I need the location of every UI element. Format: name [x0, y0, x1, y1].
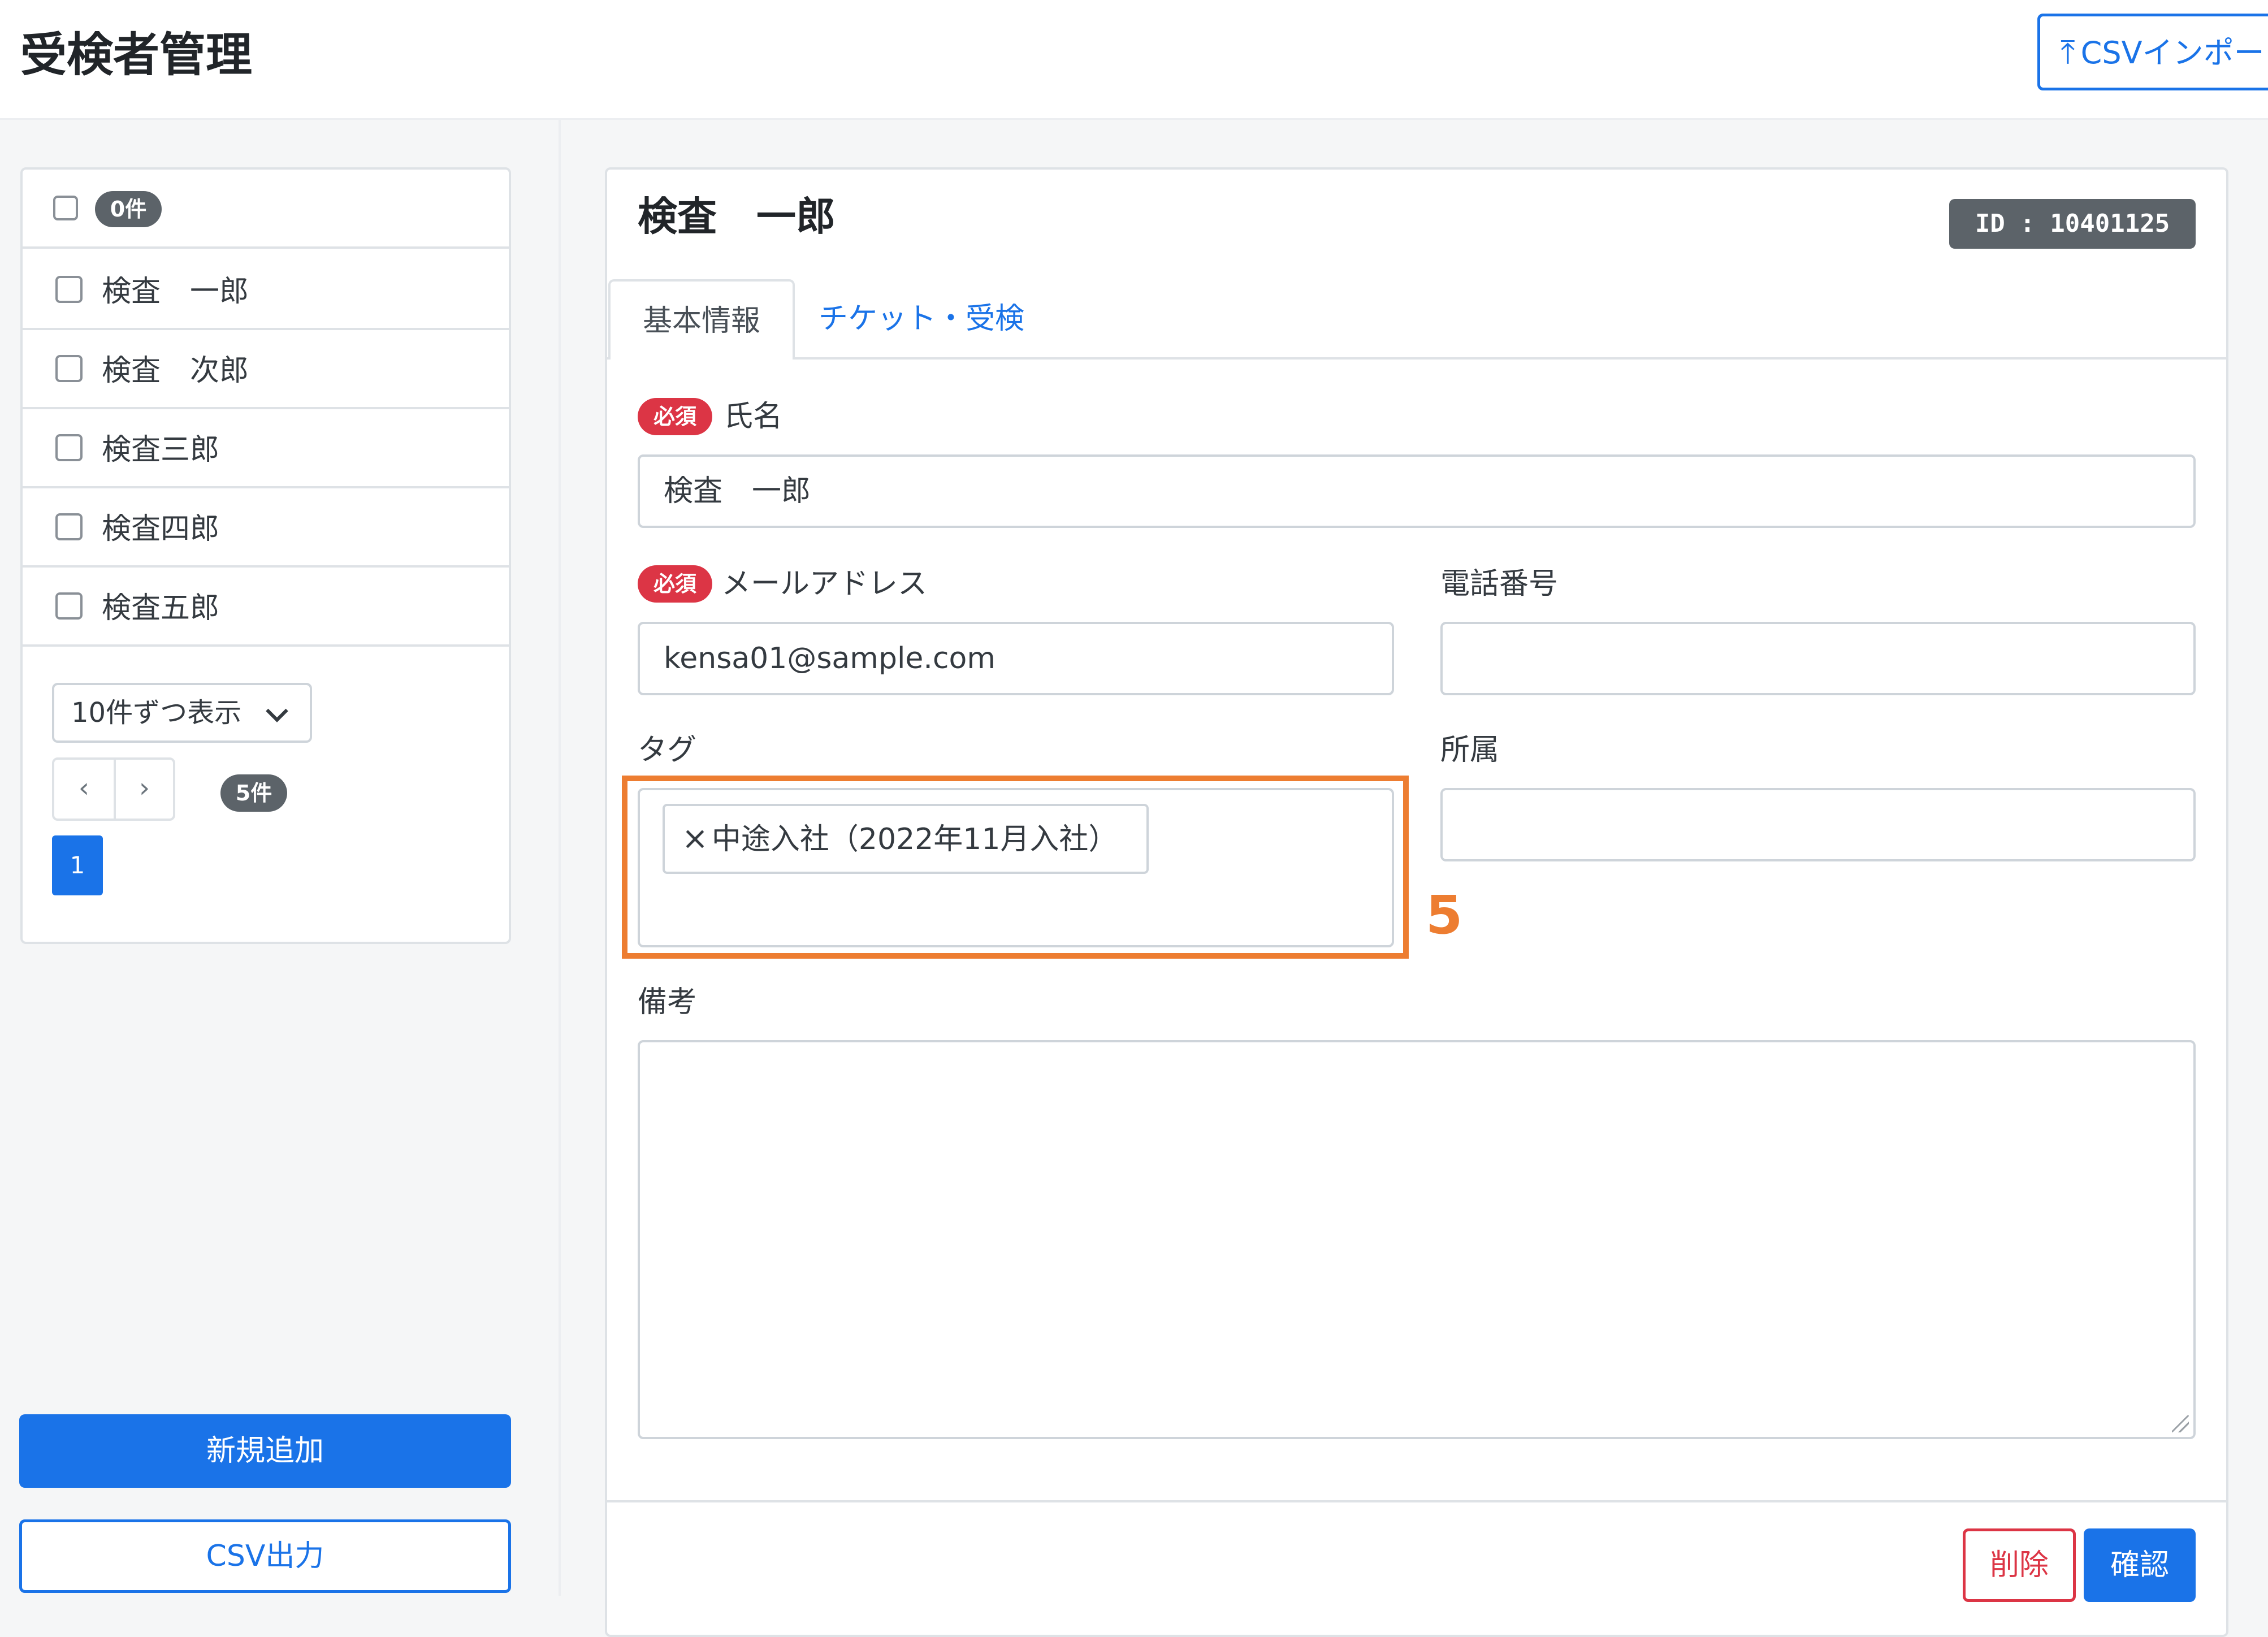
page-size-select[interactable]: 10件ずつ表示 [52, 683, 312, 743]
list-item-name: 検査五郎 [102, 591, 220, 625]
select-all-checkbox[interactable] [53, 196, 78, 220]
csv-import-label: CSVインポート [2080, 35, 2268, 71]
affiliation-field[interactable] [1440, 788, 2196, 861]
total-count-badge: 5件 [220, 774, 287, 812]
tab-basic-info[interactable]: 基本情報 [608, 279, 795, 360]
phone-field[interactable] [1440, 622, 2196, 695]
list-header-row: 0件 [23, 170, 509, 249]
top-bar [0, 0, 2268, 120]
list-item-checkbox[interactable] [55, 355, 83, 382]
annotation-highlight-box [622, 776, 1409, 959]
chevron-down-icon [266, 700, 288, 722]
required-badge: 必須 [638, 565, 712, 603]
pagination-arrows: ‹ › [52, 757, 175, 821]
list-item-name: 検査四郎 [102, 512, 220, 546]
list-item-name: 検査 一郎 [102, 275, 249, 309]
tags-label: タグ [638, 733, 697, 767]
csv-import-button[interactable]: ⤒CSVインポート [2037, 14, 2268, 90]
annotation-callout-number: 5 [1426, 885, 1463, 946]
email-label: メールアドレス [721, 567, 928, 601]
list-item[interactable]: 検査 一郎 [23, 251, 509, 330]
confirm-button[interactable]: 確認 [2084, 1528, 2196, 1602]
examinee-name-title: 検査 一郎 [638, 193, 836, 240]
list-item[interactable]: 検査四郎 [23, 488, 509, 568]
required-badge: 必須 [638, 398, 712, 435]
name-label: 氏名 [724, 400, 783, 434]
list-item[interactable]: 検査 次郎 [23, 330, 509, 409]
list-item-checkbox[interactable] [55, 276, 83, 303]
column-divider [559, 120, 561, 1596]
delete-button[interactable]: 削除 [1963, 1528, 2076, 1602]
selected-count-badge: 0件 [95, 191, 162, 227]
phone-label: 電話番号 [1440, 567, 1559, 601]
page-number-button[interactable]: 1 [52, 835, 103, 895]
tabs-divider [607, 357, 2226, 360]
notes-textarea[interactable] [638, 1040, 2196, 1439]
affiliation-label: 所属 [1440, 733, 1500, 767]
email-field[interactable]: kensa01@sample.com [638, 622, 1394, 695]
list-item-checkbox[interactable] [55, 434, 83, 461]
list-item-checkbox[interactable] [55, 592, 83, 620]
examinee-list-panel: 0件 検査 一郎 検査 次郎 検査三郎 検査四郎 検査五郎 [20, 167, 511, 944]
upload-icon: ⤒ [2061, 33, 2075, 71]
prev-page-button[interactable]: ‹ [54, 760, 116, 819]
examinee-id-badge: ID : 10401125 [1949, 199, 2196, 249]
list-item[interactable]: 検査五郎 [23, 568, 509, 647]
list-item-name: 検査三郎 [102, 433, 220, 467]
csv-export-button[interactable]: CSV出力 [19, 1519, 511, 1593]
tab-ticket-exam[interactable]: チケット・受検 [808, 279, 1035, 357]
next-page-button[interactable]: › [115, 760, 174, 819]
page-title: 受検者管理 [20, 28, 253, 82]
list-item-checkbox[interactable] [55, 513, 83, 540]
resize-grip-icon[interactable] [2172, 1415, 2189, 1432]
list-item[interactable]: 検査三郎 [23, 409, 509, 488]
list-item-name: 検査 次郎 [102, 354, 249, 388]
name-field[interactable]: 検査 一郎 [638, 454, 2196, 528]
notes-label: 備考 [638, 985, 697, 1019]
add-examinee-button[interactable]: 新規追加 [19, 1414, 511, 1488]
page-size-value: 10件ずつ表示 [71, 697, 242, 729]
card-footer-divider [607, 1500, 2226, 1502]
